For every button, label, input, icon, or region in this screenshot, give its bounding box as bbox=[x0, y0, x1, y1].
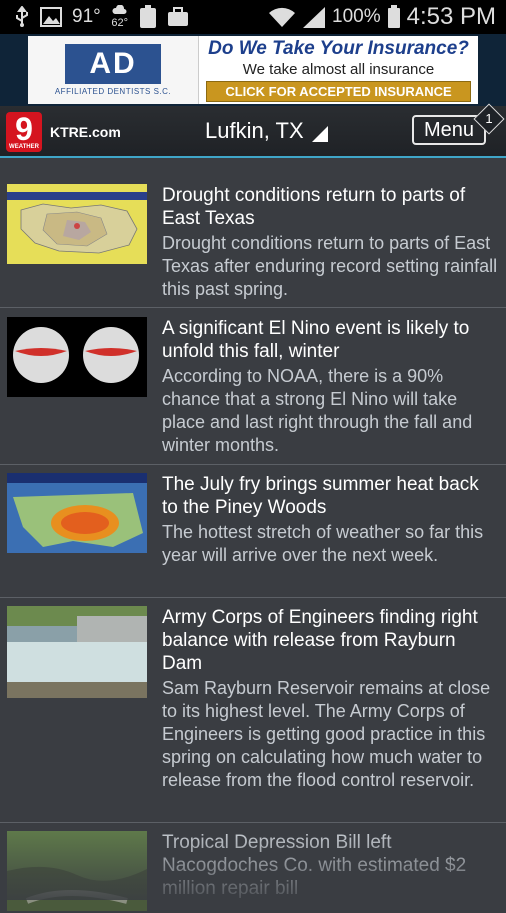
article-thumbnail bbox=[7, 831, 147, 911]
temperature: 91° bbox=[72, 6, 101, 27]
article-thumbnail bbox=[7, 184, 147, 264]
list-item[interactable]: The July fry brings summer heat back to … bbox=[0, 465, 506, 598]
cloud-rain-icon bbox=[112, 5, 127, 14]
article-title: Drought conditions return to parts of Ea… bbox=[162, 185, 466, 229]
logo-number: 9 bbox=[15, 111, 33, 147]
article-title: A significant El Nino event is likely to… bbox=[162, 318, 470, 362]
ad-subline: We take almost all insurance bbox=[242, 61, 435, 78]
image-icon bbox=[40, 7, 62, 27]
article-thumbnail bbox=[7, 317, 147, 397]
logo-badge: 9 WEATHER bbox=[6, 112, 42, 152]
clock: 4:53 PM bbox=[406, 3, 496, 30]
ad-logo-text: AFFILIATED DENTISTS S.C. bbox=[54, 87, 172, 96]
ad-banner[interactable]: AD AFFILIATED DENTISTS S.C. Do We Take Y… bbox=[28, 36, 478, 104]
dropdown-corner-icon bbox=[311, 126, 328, 142]
article-desc: The hottest stretch of weather so far th… bbox=[162, 522, 484, 565]
article-thumbnail bbox=[7, 606, 147, 698]
ad-cta-button[interactable]: CLICK FOR ACCEPTED INSURANCE bbox=[206, 81, 471, 102]
list-item[interactable]: Army Corps of Engineers finding right ba… bbox=[0, 598, 506, 823]
app-header: 9 WEATHER KTRE.com Lufkin, TX Menu 1 bbox=[0, 103, 506, 158]
article-title: Army Corps of Engineers finding right ba… bbox=[162, 607, 478, 674]
ad-banner-area: AD AFFILIATED DENTISTS S.C. Do We Take Y… bbox=[0, 34, 506, 106]
article-title: Tropical Depression Bill left Nacogdoche… bbox=[162, 832, 467, 899]
article-text: The July fry brings summer heat back to … bbox=[162, 473, 506, 567]
list-item[interactable]: A significant El Nino event is likely to… bbox=[0, 308, 506, 465]
station-name: KTRE.com bbox=[50, 124, 121, 140]
location-label: Lufkin, TX bbox=[205, 118, 304, 143]
wifi-icon bbox=[268, 6, 296, 28]
battery-percent: 100% bbox=[332, 6, 381, 27]
logo-sub: WEATHER bbox=[9, 144, 39, 150]
article-desc: According to NOAA, there is a 90% chance… bbox=[162, 366, 473, 455]
battery-widget-icon bbox=[139, 5, 157, 29]
ad-logo-mark: AD bbox=[65, 44, 161, 84]
temperature-small: 62° bbox=[111, 17, 129, 29]
article-list: Drought conditions return to parts of Ea… bbox=[0, 184, 506, 913]
article-thumbnail bbox=[7, 473, 147, 553]
battery-icon bbox=[387, 5, 401, 29]
article-text: A significant El Nino event is likely to… bbox=[162, 317, 506, 457]
article-text: Army Corps of Engineers finding right ba… bbox=[162, 606, 506, 792]
status-bar: 91° 62° 100% 4:53 PM bbox=[0, 0, 506, 34]
article-desc: Sam Rayburn Reservoir remains at close t… bbox=[162, 678, 491, 790]
article-desc: Drought conditions return to parts of Ea… bbox=[162, 233, 498, 299]
article-text: Tropical Depression Bill left Nacogdoche… bbox=[162, 831, 506, 900]
briefcase-icon bbox=[167, 7, 189, 27]
ad-headline: Do We Take Your Insurance? bbox=[208, 38, 469, 59]
weather-icon-group: 62° bbox=[111, 5, 129, 29]
location-selector[interactable]: Lufkin, TX bbox=[205, 118, 328, 144]
notification-count: 1 bbox=[485, 111, 493, 126]
article-title: The July fry brings summer heat back to … bbox=[162, 474, 479, 518]
ad-copy: Do We Take Your Insurance? We take almos… bbox=[199, 36, 478, 104]
ad-logo: AD AFFILIATED DENTISTS S.C. bbox=[28, 36, 199, 104]
signal-icon bbox=[302, 6, 326, 28]
article-text: Drought conditions return to parts of Ea… bbox=[162, 184, 506, 301]
usb-icon bbox=[14, 6, 30, 28]
list-item[interactable]: Drought conditions return to parts of Ea… bbox=[0, 184, 506, 308]
station-logo[interactable]: 9 WEATHER KTRE.com bbox=[6, 112, 121, 152]
